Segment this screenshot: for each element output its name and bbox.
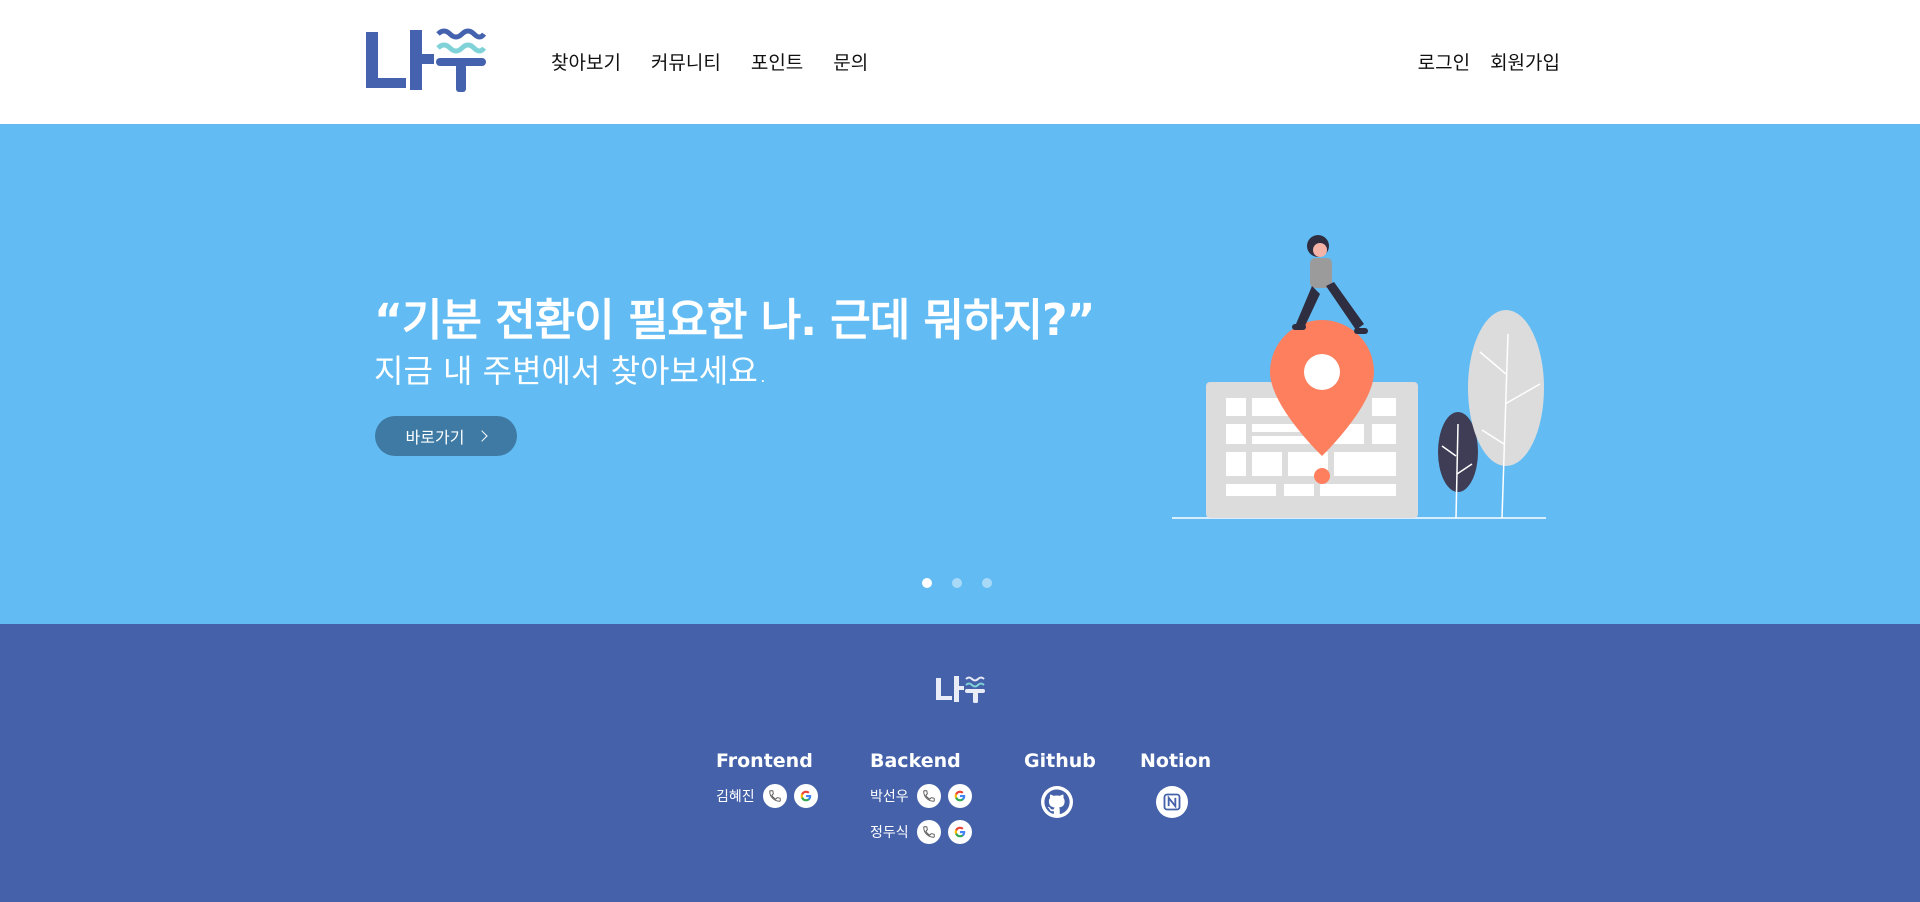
slide-dot-3[interactable] — [982, 578, 992, 588]
frontend-title: Frontend — [716, 750, 813, 772]
chevron-right-icon — [476, 430, 489, 442]
google-icon[interactable] — [947, 820, 972, 844]
google-icon[interactable] — [947, 784, 972, 808]
phone-icon[interactable] — [916, 820, 941, 844]
slide-dot-2[interactable] — [952, 578, 962, 588]
slide-indicator — [922, 578, 992, 588]
member-name: 박선우 — [870, 789, 909, 805]
nav-inquiry[interactable]: 문의 — [833, 48, 868, 75]
main-nav: 찾아보기 커뮤니티 포인트 문의 — [551, 48, 898, 75]
notion-icon[interactable] — [1156, 786, 1188, 818]
member-row: 정두식 — [870, 820, 979, 844]
footer-backend: Backend 박선우 정두식 — [870, 750, 979, 844]
go-button-label: 바로가기 — [405, 428, 465, 447]
backend-title: Backend — [870, 750, 961, 772]
map-pin-illustration — [1172, 235, 1546, 519]
go-button[interactable]: 바로가기 — [375, 416, 517, 456]
brand-logo[interactable] — [362, 28, 486, 94]
github-title: Github — [1024, 750, 1096, 772]
site-footer: Frontend 김혜진 Backend 박선우 정두식 Github Noti… — [0, 624, 1920, 902]
footer-logo — [936, 676, 985, 703]
phone-icon[interactable] — [762, 784, 787, 808]
phone-icon[interactable] — [916, 784, 941, 808]
auth-links: 로그인 회원가입 — [1398, 48, 1560, 75]
notion-title: Notion — [1140, 750, 1212, 772]
hero-subtitle: 지금 내 주변에서 찾아보세요. — [374, 352, 768, 390]
footer-github: Github — [1024, 750, 1096, 818]
github-icon[interactable] — [1041, 786, 1073, 818]
footer-notion: Notion — [1140, 750, 1211, 818]
member-row: 박선우 — [870, 784, 979, 808]
member-name: 김혜진 — [716, 789, 755, 805]
member-name: 정두식 — [870, 825, 909, 841]
hero-banner: “기분 전환이 필요한 나. 근데 뭐하지?” 지금 내 주변에서 찾아보세요.… — [0, 124, 1920, 624]
signup-link[interactable]: 회원가입 — [1490, 48, 1560, 75]
member-row: 김혜진 — [716, 784, 825, 808]
slide-dot-1[interactable] — [922, 578, 932, 588]
nav-points[interactable]: 포인트 — [751, 48, 803, 75]
nav-community[interactable]: 커뮤니티 — [651, 48, 721, 75]
nav-explore[interactable]: 찾아보기 — [551, 48, 621, 75]
login-link[interactable]: 로그인 — [1418, 48, 1470, 75]
hero-title: “기분 전환이 필요한 나. 근데 뭐하지?” — [374, 295, 1095, 346]
google-icon[interactable] — [793, 784, 818, 808]
footer-frontend: Frontend 김혜진 — [716, 750, 825, 808]
site-header: 찾아보기 커뮤니티 포인트 문의 로그인 회원가입 — [0, 0, 1920, 124]
